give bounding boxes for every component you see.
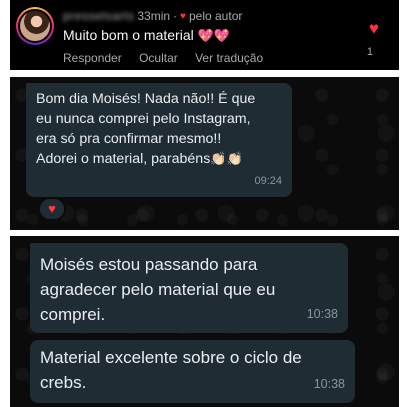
comment-header: pressetsarts 33min · ♥ pelo autor [63, 9, 243, 23]
message-time: 10:38 [313, 377, 345, 391]
author-like-heart-icon: ♥ [180, 10, 186, 22]
comment-body: Muito bom o material [63, 27, 194, 43]
whatsapp-chat-panel-1: Bom dia Moisés! Nada não!! É que eu nunc… [10, 77, 399, 230]
message-bubble[interactable]: Material excelente sobre o ciclo de creb… [30, 340, 355, 403]
clapping-hands-emoji: 👏🏻👏🏻 [210, 151, 243, 166]
instagram-comment-panel: pressetsarts 33min · ♥ pelo autor Muito … [10, 0, 399, 70]
message-text: Moisés estou passando para agradecer pel… [40, 255, 276, 324]
message-bubble[interactable]: Moisés estou passando para agradecer pel… [30, 243, 348, 333]
like-count: 1 [366, 46, 373, 58]
heart-reaction-icon[interactable]: ♥ [38, 197, 66, 221]
hide-button[interactable]: Ocultar [139, 51, 178, 65]
sparkling-heart-emoji: 💖💖 [197, 28, 230, 43]
username[interactable]: pressetsarts [63, 9, 134, 23]
whatsapp-chat-panel-2: Moisés estou passando para agradecer pel… [10, 236, 399, 407]
message-bubble[interactable]: Bom dia Moisés! Nada não!! É que eu nunc… [26, 83, 292, 197]
see-translation-button[interactable]: Ver tradução [195, 51, 263, 65]
comment-actions: Responder Ocultar Ver tradução [63, 51, 277, 65]
comment-time: 33min [137, 9, 171, 23]
message-time: 09:24 [254, 175, 282, 187]
message-text: Material excelente sobre o ciclo de creb… [40, 348, 302, 392]
avatar[interactable] [16, 7, 54, 45]
liked-by-author-label: pelo autor [188, 9, 243, 23]
message-time: 10:38 [306, 307, 338, 321]
reply-button[interactable]: Responder [63, 51, 122, 65]
comment-text: Muito bom o material 💖💖 [63, 27, 230, 44]
like-heart-icon[interactable]: ♥ [369, 19, 379, 39]
